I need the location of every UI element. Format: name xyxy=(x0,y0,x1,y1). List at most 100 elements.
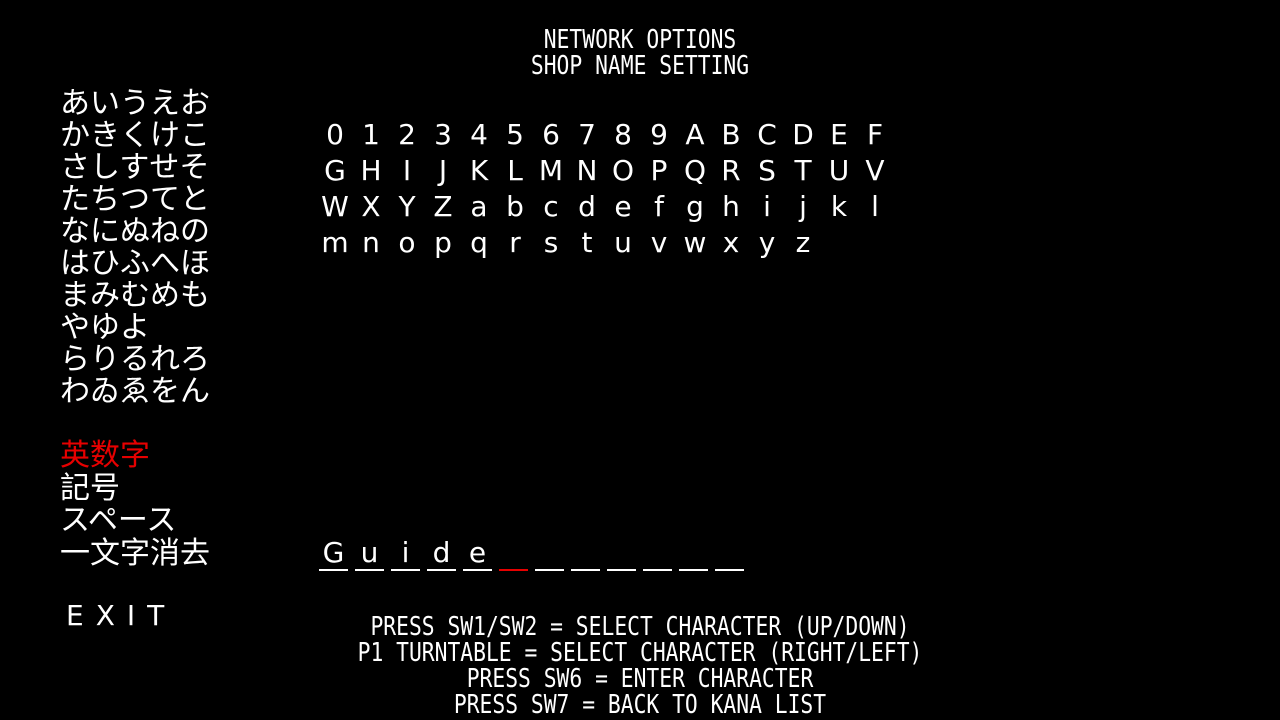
char-cell[interactable]: r xyxy=(497,225,533,261)
char-cell[interactable]: c xyxy=(533,189,569,225)
char-cell[interactable]: U xyxy=(821,153,857,189)
kana-row-wa[interactable]: わゐゑをん xyxy=(60,376,210,408)
screen-subtitle: SHOP NAME SETTING xyxy=(530,51,750,81)
char-cell[interactable]: w xyxy=(677,225,713,261)
char-cell[interactable]: I xyxy=(389,153,425,189)
char-cell[interactable]: p xyxy=(425,225,461,261)
char-cell[interactable]: E xyxy=(821,117,857,153)
char-cell[interactable]: b xyxy=(497,189,533,225)
alphanumeric-mode-option[interactable]: 英数字 xyxy=(60,439,210,473)
name-char-slot: i xyxy=(391,537,420,571)
char-cell[interactable]: y xyxy=(749,225,785,261)
char-cell[interactable]: L xyxy=(497,153,533,189)
char-cell[interactable]: 7 xyxy=(569,117,605,153)
screen-title: NETWORK OPTIONS xyxy=(543,25,737,55)
symbols-mode-option[interactable]: 記号 xyxy=(60,472,210,506)
char-cell[interactable]: F xyxy=(857,117,893,153)
char-cell[interactable]: 5 xyxy=(497,117,533,153)
char-cell[interactable]: J xyxy=(425,153,461,189)
char-cell[interactable]: d xyxy=(569,189,605,225)
char-cell[interactable]: V xyxy=(857,153,893,189)
shop-name-field[interactable]: Guide xyxy=(319,537,751,571)
delete-character-option[interactable]: 一文字消去 xyxy=(60,537,210,571)
char-cell[interactable]: m xyxy=(317,225,353,261)
char-cell[interactable]: u xyxy=(605,225,641,261)
char-cell[interactable]: v xyxy=(641,225,677,261)
char-cell[interactable]: e xyxy=(605,189,641,225)
char-cell[interactable]: f xyxy=(641,189,677,225)
char-cell[interactable]: k xyxy=(821,189,857,225)
char-cell[interactable]: g xyxy=(677,189,713,225)
name-char-slot xyxy=(715,537,744,571)
kana-row-ra[interactable]: らりるれろ xyxy=(60,344,210,376)
char-cell[interactable]: T xyxy=(785,153,821,189)
char-cell[interactable]: B xyxy=(713,117,749,153)
character-grid: 0123456789ABCDEFGHIJKLMNOPQRSTUVWXYZabcd… xyxy=(317,117,893,261)
char-cell[interactable]: Y xyxy=(389,189,425,225)
char-cell[interactable]: P xyxy=(641,153,677,189)
input-mode-menu: 英数字 記号 スペース 一文字消去 xyxy=(60,439,210,571)
char-cell[interactable]: Z xyxy=(425,189,461,225)
char-cell[interactable]: M xyxy=(533,153,569,189)
char-cell[interactable]: j xyxy=(785,189,821,225)
name-char-slot xyxy=(607,537,636,571)
char-cell[interactable]: 0 xyxy=(317,117,353,153)
help-line-turntable: P1 TURNTABLE = SELECT CHARACTER (RIGHT/L… xyxy=(357,638,923,668)
char-cell[interactable]: A xyxy=(677,117,713,153)
char-cell[interactable]: h xyxy=(713,189,749,225)
char-grid-row: WXYZabcdefghijkl xyxy=(317,189,893,225)
char-cell[interactable]: a xyxy=(461,189,497,225)
kana-row-ta[interactable]: たちつてと xyxy=(60,184,210,216)
name-char-slot: G xyxy=(319,537,348,571)
char-cell[interactable]: S xyxy=(749,153,785,189)
kana-row-ma[interactable]: まみむめも xyxy=(60,280,210,312)
kana-row-menu: あいうえお かきくけこ さしすせそ たちつてと なにぬねの はひふへほ まみむめ… xyxy=(60,88,210,408)
char-cell[interactable]: 1 xyxy=(353,117,389,153)
char-cell[interactable]: 3 xyxy=(425,117,461,153)
char-cell[interactable]: 8 xyxy=(605,117,641,153)
kana-row-ya[interactable]: やゆよ xyxy=(60,312,210,344)
char-cell[interactable]: i xyxy=(749,189,785,225)
char-grid-row: mnopqrstuvwxyz xyxy=(317,225,893,261)
kana-row-sa[interactable]: さしすせそ xyxy=(60,152,210,184)
kana-row-a[interactable]: あいうえお xyxy=(60,88,210,120)
char-cell[interactable]: R xyxy=(713,153,749,189)
char-cell[interactable]: n xyxy=(353,225,389,261)
kana-row-na[interactable]: なにぬねの xyxy=(60,216,210,248)
kana-row-ha[interactable]: はひふへほ xyxy=(60,248,210,280)
char-cell[interactable]: C xyxy=(749,117,785,153)
char-cell[interactable]: H xyxy=(353,153,389,189)
char-cell[interactable]: 4 xyxy=(461,117,497,153)
name-char-slot: e xyxy=(463,537,492,571)
char-grid-row: 0123456789ABCDEF xyxy=(317,117,893,153)
char-cell[interactable]: W xyxy=(317,189,353,225)
name-char-slot: u xyxy=(355,537,384,571)
char-cell[interactable]: N xyxy=(569,153,605,189)
char-grid-row: GHIJKLMNOPQRSTUV xyxy=(317,153,893,189)
char-cell[interactable]: 6 xyxy=(533,117,569,153)
space-option[interactable]: スペース xyxy=(60,505,210,538)
name-char-slot xyxy=(535,537,564,571)
char-cell[interactable]: x xyxy=(713,225,749,261)
char-cell[interactable]: 9 xyxy=(641,117,677,153)
char-cell[interactable]: s xyxy=(533,225,569,261)
help-line-back: PRESS SW7 = BACK TO KANA LIST xyxy=(453,690,827,720)
char-cell[interactable]: 2 xyxy=(389,117,425,153)
char-cell[interactable]: D xyxy=(785,117,821,153)
help-line-updown: PRESS SW1/SW2 = SELECT CHARACTER (UP/DOW… xyxy=(370,612,910,642)
help-line-enter: PRESS SW6 = ENTER CHARACTER xyxy=(466,664,814,694)
char-cell[interactable]: q xyxy=(461,225,497,261)
char-cell[interactable]: o xyxy=(389,225,425,261)
char-cell[interactable]: l xyxy=(857,189,893,225)
kana-row-ka[interactable]: かきくけこ xyxy=(60,120,210,152)
name-cursor-slot xyxy=(499,537,528,571)
name-char-slot xyxy=(571,537,600,571)
char-cell[interactable]: t xyxy=(569,225,605,261)
char-cell[interactable]: K xyxy=(461,153,497,189)
name-char-slot xyxy=(643,537,672,571)
char-cell[interactable]: O xyxy=(605,153,641,189)
char-cell[interactable]: G xyxy=(317,153,353,189)
char-cell[interactable]: z xyxy=(785,225,821,261)
char-cell[interactable]: Q xyxy=(677,153,713,189)
char-cell[interactable]: X xyxy=(353,189,389,225)
